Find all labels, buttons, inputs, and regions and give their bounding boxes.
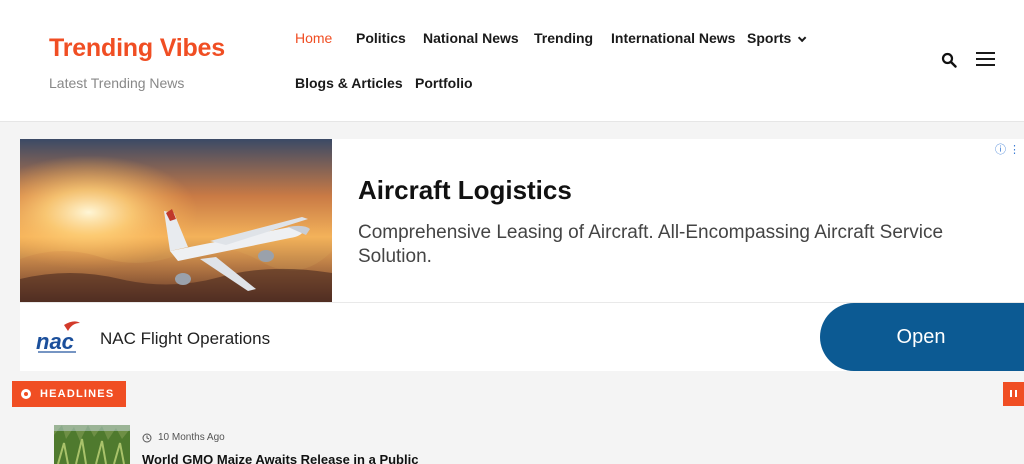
nav-item-portfolio[interactable]: Portfolio (415, 75, 473, 91)
search-icon[interactable] (941, 52, 957, 68)
ad-info-icon[interactable]: ⓘ ⋮ (995, 141, 1020, 157)
ad-title[interactable]: Aircraft Logistics (358, 175, 572, 206)
nav-item-blogs-articles[interactable]: Blogs & Articles (295, 75, 403, 91)
nav-item-home[interactable]: Home (295, 30, 332, 46)
ad-airplane-image[interactable] (20, 139, 332, 302)
nav-item-sports-label: Sports (747, 30, 792, 46)
headlines-label: HEADLINES (40, 388, 115, 400)
pause-button[interactable] (1003, 382, 1024, 406)
record-dot-icon (21, 389, 31, 399)
headlines-badge: HEADLINES (12, 381, 127, 407)
ad-open-button[interactable]: Open (820, 303, 1024, 371)
ad-advertiser-name[interactable]: NAC Flight Operations (100, 329, 270, 349)
maize-field-image (54, 425, 130, 464)
logo-text: nac (36, 329, 74, 354)
nav-item-trending[interactable]: Trending (534, 30, 593, 46)
nav-item-sports[interactable]: Sports (747, 30, 807, 46)
nav-item-international-news[interactable]: International News (611, 30, 735, 46)
headline-time: 10 Months Ago (158, 432, 225, 443)
headline-title-link[interactable]: World GMO Maize Awaits Release in a Publ… (142, 452, 418, 464)
site-header: Trending Vibes Latest Trending News Home… (0, 0, 1024, 122)
ad-banner[interactable]: Aircraft Logistics Comprehensive Leasing… (20, 139, 1024, 371)
site-tagline: Latest Trending News (49, 75, 185, 91)
nav-item-politics[interactable]: Politics (356, 30, 406, 46)
chevron-down-icon (798, 33, 807, 43)
nav-item-national-news[interactable]: National News (423, 30, 519, 46)
site-title[interactable]: Trending Vibes (49, 34, 225, 63)
clock-icon (142, 433, 152, 442)
headline-thumbnail[interactable] (54, 425, 130, 464)
advertiser-logo[interactable]: nac (34, 319, 84, 357)
airplane-sunset-illustration (20, 139, 332, 302)
ad-description[interactable]: Comprehensive Leasing of Aircraft. All-E… (358, 221, 998, 269)
headline-timestamp: 10 Months Ago (142, 432, 225, 443)
hamburger-menu-icon[interactable] (976, 50, 996, 68)
nac-logo-icon: nac (36, 321, 80, 354)
